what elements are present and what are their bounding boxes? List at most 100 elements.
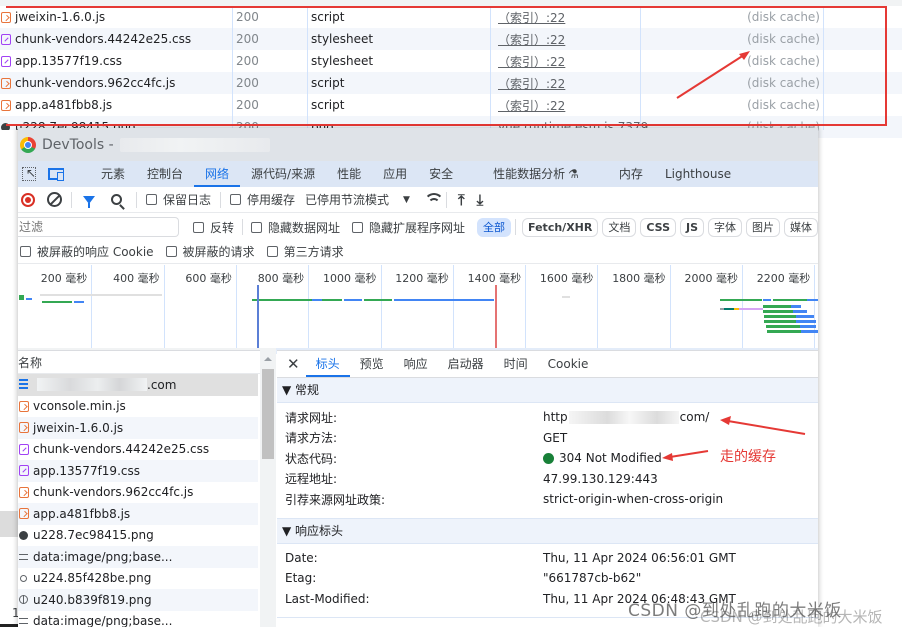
tab-lighthouse[interactable]: Lighthouse: [654, 161, 742, 187]
checkbox-icon[interactable]: [146, 194, 157, 205]
blocked-cookies-checkbox[interactable]: 被屏蔽的响应 Cookie: [20, 243, 154, 260]
general-section-header[interactable]: ▼ 常规: [277, 378, 818, 403]
overview-bar: [562, 296, 570, 298]
request-row[interactable]: u224.85f428be.png: [18, 568, 258, 590]
scroll-up-arrow-icon[interactable]: [264, 357, 272, 361]
overview-bar: [773, 299, 807, 301]
devtools-window: DevTools - 元素 控制台 网络 源代码/来源 性能 应用 安全 性能数…: [18, 128, 818, 627]
device-toolbar-icon[interactable]: [48, 168, 64, 181]
response-headers-section-header[interactable]: ▼ 响应标头: [277, 518, 818, 544]
filter-icon[interactable]: [83, 195, 95, 208]
preserve-log-checkbox[interactable]: 保留日志: [146, 191, 211, 208]
blocked-requests-checkbox[interactable]: 被屏蔽的请求: [165, 243, 255, 260]
disable-cache-checkbox[interactable]: 停用缓存: [230, 191, 295, 208]
checkbox-icon[interactable]: [251, 221, 262, 233]
preserve-log-label: 保留日志: [163, 193, 212, 207]
tab-response[interactable]: 响应: [394, 351, 438, 377]
bg-row-initiator-link[interactable]: （索引）:22: [498, 31, 565, 48]
request-row[interactable]: data:image/png;base...: [18, 611, 258, 627]
scroll-thumb[interactable]: [262, 369, 274, 459]
search-icon[interactable]: [111, 194, 122, 205]
request-row[interactable]: app.a481fbb8.js: [18, 503, 258, 525]
bg-row-initiator-link[interactable]: （索引）:22: [498, 97, 565, 114]
invert-checkbox[interactable]: 反转: [192, 219, 234, 236]
devtools-titlebar[interactable]: DevTools -: [18, 128, 818, 161]
bg-table-row[interactable]: app.a481fbb8.js 200 script （索引）:22 (disk…: [0, 94, 902, 116]
redacted-url: [568, 410, 679, 424]
request-row[interactable]: u240.b839f819.png: [18, 589, 258, 611]
checkbox-icon[interactable]: [165, 246, 177, 257]
overview-bar: [800, 325, 816, 328]
record-icon[interactable]: [21, 192, 35, 207]
hide-extension-urls-checkbox[interactable]: 隐藏扩展程序网址: [352, 219, 465, 236]
bg-row-initiator-link[interactable]: （索引）:22: [498, 53, 565, 70]
inspect-element-icon[interactable]: [22, 166, 36, 181]
column-header-name[interactable]: 名称: [18, 350, 275, 374]
chip-media[interactable]: 媒体: [784, 217, 818, 237]
chip-doc[interactable]: 文档: [602, 217, 637, 237]
tab-performance[interactable]: 性能: [326, 161, 372, 187]
network-overview-timeline[interactable]: 200 毫秒 400 毫秒 600 毫秒 800 毫秒 1000 毫秒 1200 毫秒 14…: [18, 265, 818, 354]
request-row[interactable]: app.13577f19.css: [18, 460, 258, 482]
chip-js[interactable]: JS: [680, 217, 705, 237]
third-party-checkbox[interactable]: 第三方请求: [266, 243, 344, 260]
tab-elements[interactable]: 元素: [90, 161, 136, 187]
chip-font[interactable]: 字体: [708, 217, 743, 237]
network-conditions-icon[interactable]: [423, 192, 444, 207]
overview-bar: [252, 299, 312, 301]
checkbox-icon[interactable]: [192, 221, 204, 233]
redacted-host: [37, 378, 147, 392]
request-row[interactable]: jweixin-1.6.0.js: [18, 417, 258, 439]
close-icon[interactable]: ✕: [287, 355, 300, 373]
request-row[interactable]: u228.7ec98415.png: [18, 525, 258, 547]
hide-data-urls-checkbox[interactable]: 隐藏数据网址: [251, 219, 340, 236]
chip-all[interactable]: 全部: [477, 217, 512, 237]
import-har-icon[interactable]: ⤒: [458, 191, 465, 209]
bg-table-row[interactable]: chunk-vendors.962cc4fc.js 200 script （索引…: [0, 72, 902, 94]
bg-table-row[interactable]: app.13577f19.css 200 stylesheet （索引）:22 …: [0, 50, 902, 72]
bg-row-size: (disk cache): [747, 98, 820, 112]
tab-sources[interactable]: 源代码/来源: [240, 161, 326, 187]
tab-headers[interactable]: 标头: [305, 351, 350, 377]
divider: [515, 219, 517, 235]
checkbox-icon[interactable]: [230, 194, 242, 205]
tab-performance-insights[interactable]: 性能数据分析 ⚗: [482, 161, 590, 187]
url-prefix: http: [543, 410, 568, 425]
bg-row-type: script: [311, 76, 345, 90]
js-file-icon: [19, 486, 29, 498]
bg-table-row[interactable]: jweixin-1.6.0.js 200 script （索引）:22 (dis…: [0, 6, 902, 28]
chip-img[interactable]: 图片: [746, 217, 781, 237]
bg-row-initiator-link[interactable]: （索引）:22: [498, 75, 565, 92]
checkbox-icon[interactable]: [352, 221, 364, 233]
clear-icon[interactable]: [47, 192, 62, 207]
checkbox-icon[interactable]: [266, 246, 278, 257]
tab-network[interactable]: 网络: [194, 161, 241, 187]
request-list-scrollbar[interactable]: [260, 350, 276, 627]
bg-row-initiator-link[interactable]: （索引）:22: [498, 9, 565, 26]
overview-gridline: [235, 265, 237, 348]
tab-console[interactable]: 控制台: [136, 161, 194, 187]
tab-cookies[interactable]: Cookie: [538, 351, 599, 377]
checkbox-icon[interactable]: [20, 246, 31, 257]
request-row[interactable]: vconsole.min.js: [18, 396, 258, 418]
bg-table-row[interactable]: chunk-vendors.44242e25.css 200 styleshee…: [0, 28, 902, 50]
tab-memory[interactable]: 内存: [608, 161, 654, 187]
request-row[interactable]: chunk-vendors.44242e25.css: [18, 439, 258, 461]
tab-application[interactable]: 应用: [372, 161, 418, 187]
filter-input[interactable]: [18, 217, 179, 237]
request-row[interactable]: data:image/png;base...: [18, 546, 258, 568]
header-row: Date: Thu, 11 Apr 2024 06:56:01 GMT: [277, 548, 818, 569]
background-left-grey-block: [0, 511, 18, 537]
request-row[interactable]: chunk-vendors.962cc4fc.js: [18, 482, 258, 504]
export-har-icon[interactable]: ⤓: [477, 191, 484, 209]
tab-preview[interactable]: 预览: [350, 351, 394, 377]
request-name: u224.85f428be.png: [33, 571, 152, 586]
chip-fetch-xhr[interactable]: Fetch/XHR: [522, 217, 599, 237]
tab-security[interactable]: 安全: [418, 161, 464, 187]
chip-css[interactable]: CSS: [640, 217, 676, 237]
tab-timing[interactable]: 时间: [494, 351, 538, 377]
tab-initiator[interactable]: 启动器: [438, 351, 494, 377]
throttling-select[interactable]: 已停用节流模式 ▼: [305, 191, 410, 208]
request-row[interactable]: .com: [18, 374, 258, 396]
overview-bar: [322, 299, 342, 301]
